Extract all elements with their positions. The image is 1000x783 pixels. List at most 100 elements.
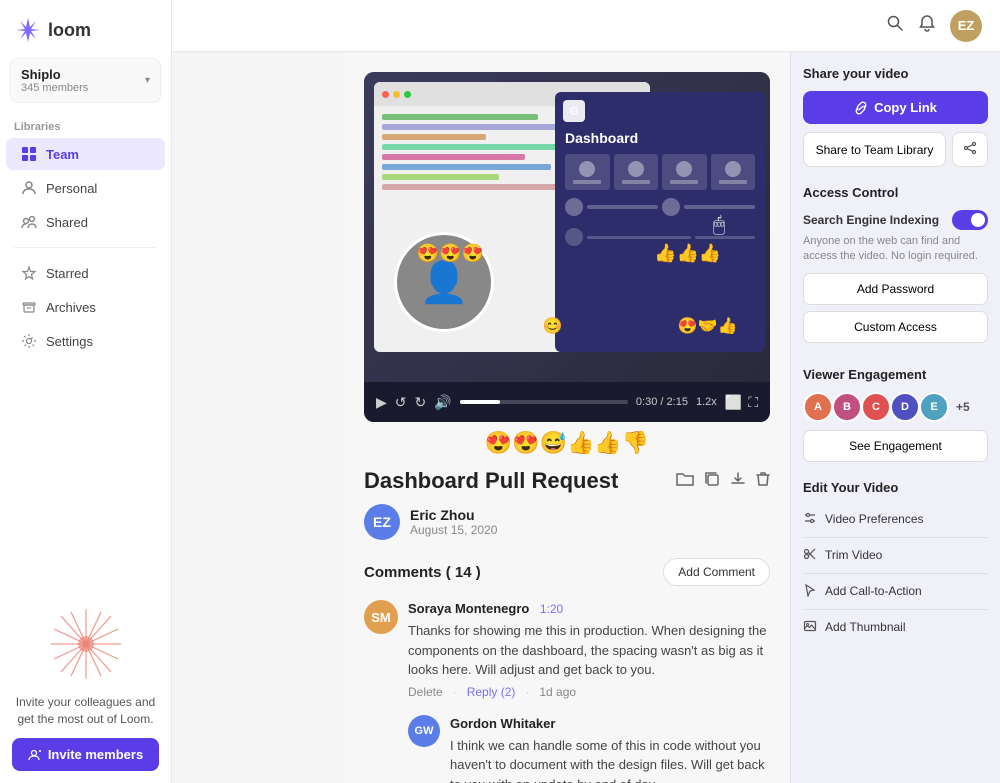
skip-forward-button[interactable]: ↻ bbox=[415, 394, 427, 411]
loom-art bbox=[46, 604, 126, 684]
sidebar-item-shared[interactable]: Shared bbox=[6, 206, 165, 238]
sidebar-item-personal[interactable]: Personal bbox=[6, 172, 165, 204]
search-engine-toggle[interactable] bbox=[952, 210, 988, 230]
comment-text: Thanks for showing me this in production… bbox=[408, 621, 770, 680]
link-icon bbox=[854, 101, 868, 115]
comment-timestamp[interactable]: 1:20 bbox=[540, 602, 563, 616]
content-area: ⚙ Dashboard bbox=[344, 52, 790, 783]
delete-comment-button[interactable]: Delete bbox=[408, 685, 443, 699]
reply-button[interactable]: Reply (2) bbox=[467, 685, 516, 699]
copy-button[interactable] bbox=[704, 471, 720, 492]
search-button[interactable] bbox=[886, 14, 904, 37]
shared-icon bbox=[20, 213, 38, 231]
invite-text: Invite your colleagues and get the most … bbox=[12, 694, 159, 728]
download-button[interactable] bbox=[730, 471, 746, 492]
folder-button[interactable] bbox=[676, 471, 694, 492]
edit-video-section: Edit Your Video Video Preferences Trim V… bbox=[803, 480, 988, 642]
progress-bar[interactable] bbox=[460, 400, 628, 404]
trim-video-label: Trim Video bbox=[825, 548, 882, 562]
copy-link-button[interactable]: Copy Link bbox=[803, 91, 988, 124]
delete-button[interactable] bbox=[756, 471, 770, 492]
video-preferences-item[interactable]: Video Preferences bbox=[803, 505, 988, 534]
video-player: ⚙ Dashboard bbox=[364, 72, 770, 422]
workspace-selector[interactable]: Shiplo 345 members ▾ bbox=[10, 58, 161, 103]
viewer-avatars: A B C D E +5 bbox=[803, 392, 988, 422]
sidebar-item-archives[interactable]: Archives bbox=[6, 291, 165, 323]
invite-members-button[interactable]: Invite members bbox=[12, 738, 159, 771]
sidebar-item-label-settings: Settings bbox=[46, 334, 93, 349]
sidebar-item-label-starred: Starred bbox=[46, 266, 89, 281]
workspace-members: 345 members bbox=[21, 82, 88, 94]
add-password-button[interactable]: Add Password bbox=[803, 273, 988, 305]
play-button[interactable]: ▶ bbox=[376, 394, 387, 411]
dashboard-overlay: ⚙ Dashboard bbox=[555, 92, 765, 352]
sidebar-item-label-shared: Shared bbox=[46, 215, 88, 230]
access-control-title: Access Control bbox=[803, 185, 988, 200]
cursor-icon bbox=[803, 583, 817, 600]
share-icon bbox=[963, 141, 977, 155]
sidebar-bottom: Invite your colleagues and get the most … bbox=[0, 592, 171, 783]
share-team-button[interactable]: Share to Team Library bbox=[803, 132, 946, 167]
expand-icon[interactable]: ⛶ bbox=[748, 394, 758, 411]
sidebar-item-starred[interactable]: Starred bbox=[6, 257, 165, 289]
sidebar-item-label-personal: Personal bbox=[46, 181, 97, 196]
volume-button[interactable]: 🔊 bbox=[434, 394, 451, 411]
comment-text: I think we can handle some of this in co… bbox=[450, 736, 770, 783]
emoji-row-right: 👍👍👍 bbox=[654, 243, 721, 264]
emoji-bottom-center: 😊 bbox=[543, 316, 563, 336]
emoji-reactions-bar: 😍😍😅👍👍👎 bbox=[364, 422, 770, 468]
comment-actions: Delete · Reply (2) · 1d ago bbox=[408, 685, 770, 699]
speed-control[interactable]: 1.2x bbox=[696, 396, 717, 408]
emoji-bottom-right: 😍🤝👍 bbox=[678, 316, 738, 336]
grid-icon bbox=[20, 145, 38, 163]
author-date: August 15, 2020 bbox=[410, 523, 497, 537]
share-team-row: Share to Team Library bbox=[803, 132, 988, 167]
custom-access-button[interactable]: Custom Access bbox=[803, 311, 988, 343]
comments-title: Comments ( 14 ) bbox=[364, 564, 481, 581]
edit-title: Edit Your Video bbox=[803, 480, 988, 495]
trim-video-item[interactable]: Trim Video bbox=[803, 541, 988, 570]
video-author: EZ Eric Zhou August 15, 2020 bbox=[364, 504, 770, 540]
share-section: Share your video Copy Link Share to Team… bbox=[803, 66, 988, 167]
loom-logo-icon bbox=[14, 16, 42, 44]
video-action-buttons bbox=[676, 471, 770, 492]
skip-back-button[interactable]: ↺ bbox=[395, 394, 407, 411]
see-engagement-button[interactable]: See Engagement bbox=[803, 430, 988, 462]
archive-icon bbox=[20, 298, 38, 316]
share-title: Share your video bbox=[803, 66, 988, 81]
search-engine-label: Search Engine Indexing bbox=[803, 213, 939, 227]
viewer-engagement-section: Viewer Engagement A B C D E +5 See Engag… bbox=[803, 367, 988, 462]
add-thumbnail-label: Add Thumbnail bbox=[825, 620, 906, 634]
commenter-avatar: SM bbox=[364, 600, 398, 634]
sidebar-divider bbox=[14, 247, 157, 248]
video-frame: ⚙ Dashboard bbox=[364, 72, 770, 382]
video-controls: ▶ ↺ ↻ 🔊 0:30 / 2:15 1.2x ⬜ ⛶ bbox=[364, 382, 770, 422]
video-title-row: Dashboard Pull Request bbox=[364, 468, 770, 494]
settings-gear-icon: ⚙ bbox=[563, 100, 585, 122]
right-panel: Share your video Copy Link Share to Team… bbox=[790, 52, 1000, 783]
add-comment-button[interactable]: Add Comment bbox=[663, 558, 770, 586]
dashboard-title: Dashboard bbox=[565, 130, 755, 146]
sidebar-item-team[interactable]: Team bbox=[6, 138, 165, 170]
sidebar-item-settings[interactable]: Settings bbox=[6, 325, 165, 357]
engagement-title: Viewer Engagement bbox=[803, 367, 988, 382]
share-options-button[interactable] bbox=[952, 132, 988, 167]
user-avatar[interactable]: EZ bbox=[950, 10, 982, 42]
invite-icon bbox=[28, 748, 42, 762]
notifications-button[interactable] bbox=[918, 14, 936, 37]
settings-icon bbox=[20, 332, 38, 350]
viewer-avatar: A bbox=[803, 392, 833, 422]
scissors-icon bbox=[803, 547, 817, 564]
sidebar-item-label-archives: Archives bbox=[46, 300, 96, 315]
access-control-section: Access Control Search Engine Indexing An… bbox=[803, 185, 988, 349]
viewer-avatar: C bbox=[861, 392, 891, 422]
add-cta-item[interactable]: Add Call-to-Action bbox=[803, 577, 988, 606]
video-preferences-label: Video Preferences bbox=[825, 512, 924, 526]
viewer-avatar: B bbox=[832, 392, 862, 422]
author-avatar: EZ bbox=[364, 504, 400, 540]
dashboard-cards bbox=[565, 154, 755, 190]
fullscreen-icon[interactable]: ⬜ bbox=[725, 394, 742, 411]
access-desc: Anyone on the web can find and access th… bbox=[803, 234, 988, 265]
add-thumbnail-item[interactable]: Add Thumbnail bbox=[803, 613, 988, 642]
sidebar-item-label-team: Team bbox=[46, 147, 79, 162]
